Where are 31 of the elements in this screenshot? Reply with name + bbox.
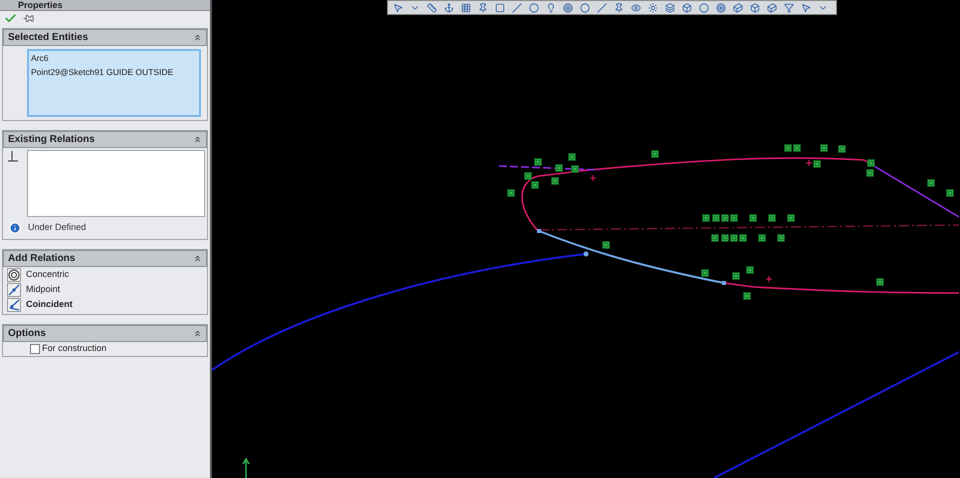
construction-checkbox-row[interactable]: For construction (3, 342, 207, 356)
info-icon (9, 222, 21, 234)
collapse-icon[interactable] (193, 33, 202, 42)
section-header[interactable]: Existing Relations (3, 131, 207, 148)
section-header[interactable]: Add Relations (3, 250, 207, 266)
pin-button[interactable] (23, 13, 34, 24)
y-axis-icon (242, 458, 250, 478)
relation-option[interactable]: Concentric (3, 268, 207, 282)
section-header[interactable]: Options (3, 324, 207, 342)
perpendicular-icon (7, 150, 19, 162)
checkbox[interactable] (30, 344, 40, 354)
section-header[interactable]: Selected Entities (3, 29, 207, 46)
relations-list[interactable] (27, 150, 205, 217)
entity-item[interactable]: Point29@Sketch91 GUIDE OUTSIDE (31, 65, 197, 79)
midpoint-line-icon (8, 284, 20, 296)
panel-title: Properties (18, 0, 63, 10)
ok-check-button[interactable] (4, 12, 17, 25)
selected-entities-list[interactable]: Arc6 Point29@Sketch91 GUIDE OUTSIDE (27, 49, 201, 117)
coincident-lines-icon (8, 299, 20, 311)
section-title: Options (8, 326, 46, 340)
status-text: Under Defined (28, 221, 86, 234)
collapse-icon[interactable] (193, 135, 202, 144)
section-title: Selected Entities (8, 31, 88, 45)
collapse-icon[interactable] (193, 328, 202, 338)
concentric-circles-icon (8, 269, 20, 281)
section-title: Add Relations (8, 252, 76, 266)
section-title: Existing Relations (8, 133, 95, 147)
relation-option[interactable]: Midpoint (3, 282, 207, 298)
collapse-icon[interactable] (193, 254, 202, 262)
entity-item[interactable]: Arc6 (31, 51, 197, 65)
relation-option[interactable]: Coincident (3, 298, 207, 312)
